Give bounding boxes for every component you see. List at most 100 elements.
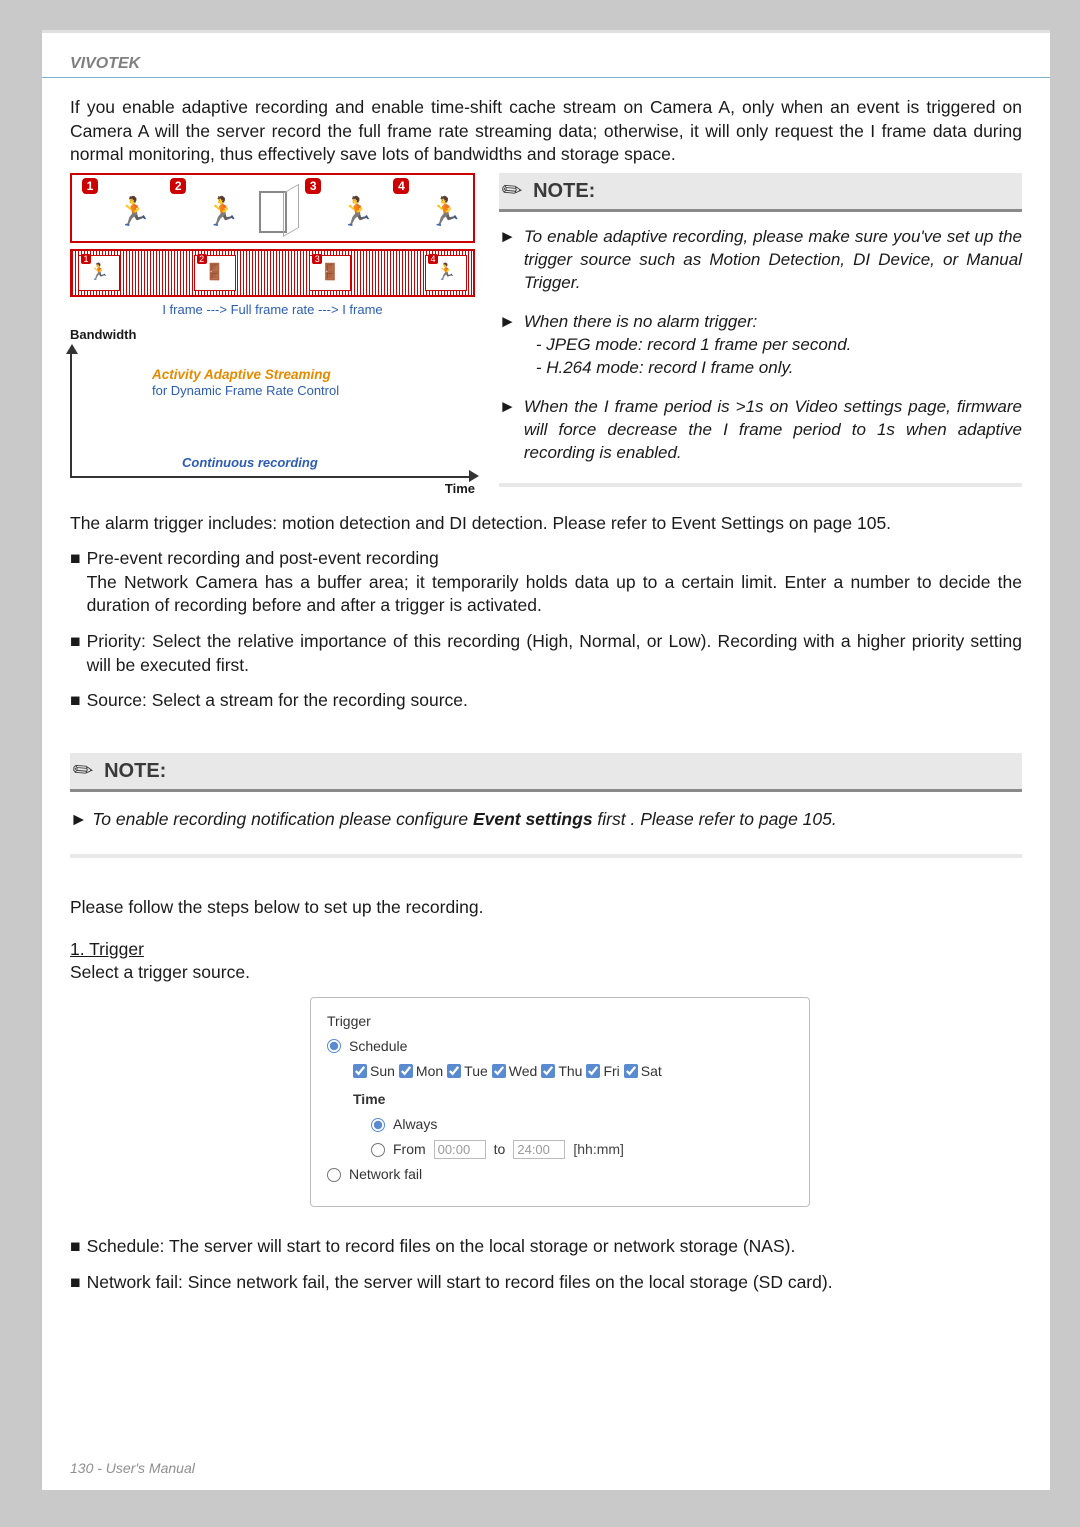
day-thu[interactable]: Thu	[541, 1062, 582, 1081]
wed-label: Wed	[509, 1062, 538, 1081]
radio-always[interactable]: Always	[371, 1115, 793, 1134]
note-text-1: To enable adaptive recording, please mak…	[524, 226, 1022, 295]
sun-label: Sun	[370, 1062, 395, 1081]
note-sub-b: - H.264 mode: record I frame only.	[536, 358, 794, 377]
network-fail-label: Network fail	[349, 1165, 422, 1184]
triangle-icon: ►	[499, 226, 516, 295]
time-axis-label: Time	[445, 480, 475, 498]
bullet-item-1: ■ Pre-event recording and post-event rec…	[70, 547, 1022, 618]
tile-2: 2🚪	[194, 255, 236, 291]
always-radio[interactable]	[371, 1118, 385, 1132]
day-wed[interactable]: Wed	[492, 1062, 538, 1081]
post-bullet-1: ■ Schedule: The server will start to rec…	[70, 1235, 1022, 1259]
note2-pre: To enable recording notification please …	[92, 809, 473, 829]
note-text-3: When the I frame period is >1s on Video …	[524, 396, 1022, 465]
steps-intro: Please follow the steps below to set up …	[70, 896, 1022, 920]
note-column: ✎ NOTE: ► To enable adaptive recording, …	[499, 173, 1022, 498]
day-sun[interactable]: Sun	[353, 1062, 395, 1081]
badge-2: 2	[170, 178, 186, 194]
diagram-column: 1 🏃 2 🏃 3 🏃 4 🏃 1🏃 2🚪 3🚪 4	[70, 173, 475, 498]
fri-checkbox[interactable]	[586, 1064, 600, 1078]
trigger-panel: Trigger Schedule Sun Mon Tue Wed Thu Fri…	[310, 997, 810, 1207]
note2-heading: ✎ NOTE:	[70, 753, 1022, 792]
brand-text: VIVOTEK	[70, 55, 140, 72]
divider	[499, 483, 1022, 487]
square-bullet-icon: ■	[70, 630, 81, 677]
to-input[interactable]	[513, 1140, 565, 1159]
to-label: to	[494, 1140, 506, 1159]
step1-sub: Select a trigger source.	[70, 961, 1022, 985]
time-hint: [hh:mm]	[573, 1140, 624, 1159]
day-tue[interactable]: Tue	[447, 1062, 488, 1081]
triangle-icon: ►	[70, 809, 87, 829]
note2-title: NOTE:	[104, 758, 166, 785]
trigger-legend: Trigger	[327, 1013, 371, 1029]
post-bullet-text: Schedule: The server will start to recor…	[87, 1235, 796, 1259]
radio-schedule[interactable]: Schedule	[327, 1037, 793, 1056]
wed-checkbox[interactable]	[492, 1064, 506, 1078]
day-fri[interactable]: Fri	[586, 1062, 619, 1081]
note-item-3: ► When the I frame period is >1s on Vide…	[499, 396, 1022, 465]
sun-checkbox[interactable]	[353, 1064, 367, 1078]
bullet-text: Pre-event recording and post-event recor…	[87, 547, 1022, 618]
mon-label: Mon	[416, 1062, 443, 1081]
network-fail-radio[interactable]	[327, 1168, 341, 1182]
two-column: 1 🏃 2 🏃 3 🏃 4 🏃 1🏃 2🚪 3🚪 4	[70, 173, 1022, 498]
intro-paragraph: If you enable adaptive recording and ena…	[70, 96, 1022, 167]
step1-head: 1. Trigger	[70, 938, 1022, 962]
days-row: Sun Mon Tue Wed Thu Fri Sat	[353, 1062, 793, 1081]
alarm-paragraph: The alarm trigger includes: motion detec…	[70, 512, 1022, 536]
bullet-list: ■ Pre-event recording and post-event rec…	[70, 547, 1022, 713]
note-body: ► To enable adaptive recording, please m…	[499, 226, 1022, 464]
schedule-label: Schedule	[349, 1037, 407, 1056]
note-lead: When there is no alarm trigger:	[524, 312, 757, 331]
steps-section: Please follow the steps below to set up …	[70, 896, 1022, 1207]
from-radio[interactable]	[371, 1143, 385, 1157]
post-bullet-text: Network fail: Since network fail, the se…	[87, 1271, 833, 1295]
sat-checkbox[interactable]	[624, 1064, 638, 1078]
fri-label: Fri	[603, 1062, 619, 1081]
thu-checkbox[interactable]	[541, 1064, 555, 1078]
note2-bold: Event settings	[473, 809, 593, 829]
radio-network-fail[interactable]: Network fail	[327, 1165, 793, 1184]
runner-icon: 🏃	[428, 193, 463, 231]
door-icon	[259, 191, 287, 233]
page-footer: 130 - User's Manual	[70, 1460, 195, 1476]
badge-1: 1	[82, 178, 98, 194]
radio-from[interactable]: From to [hh:mm]	[371, 1140, 793, 1159]
bullet-item-2: ■ Priority: Select the relative importan…	[70, 630, 1022, 677]
thu-label: Thu	[558, 1062, 582, 1081]
pencil-icon: ✎	[495, 172, 531, 210]
day-sat[interactable]: Sat	[624, 1062, 662, 1081]
time-options: Always From to [hh:mm]	[371, 1115, 793, 1159]
bandwidth-label: Bandwidth	[70, 326, 475, 344]
tile-4: 4🏃	[425, 255, 467, 291]
adaptive-diagram: 1 🏃 2 🏃 3 🏃 4 🏃 1🏃 2🚪 3🚪 4	[70, 173, 475, 498]
time-heading: Time	[353, 1090, 793, 1109]
schedule-radio[interactable]	[327, 1039, 341, 1053]
from-input[interactable]	[434, 1140, 486, 1159]
bullet-text: Priority: Select the relative importance…	[87, 630, 1022, 677]
runner-icon: 🏃	[117, 193, 152, 231]
square-bullet-icon: ■	[70, 689, 81, 713]
diagram-strip-1: 1 🏃 2 🏃 3 🏃 4 🏃	[70, 173, 475, 243]
day-mon[interactable]: Mon	[399, 1062, 443, 1081]
note2-body: ► To enable recording notification pleas…	[70, 808, 1022, 832]
badge-3: 3	[305, 178, 321, 194]
post-bullet-2: ■ Network fail: Since network fail, the …	[70, 1271, 1022, 1295]
tile-1: 1🏃	[78, 255, 120, 291]
note2-post: first . Please refer to page 105.	[593, 809, 837, 829]
bullet-item-3: ■ Source: Select a stream for the record…	[70, 689, 1022, 713]
note-sub-a: - JPEG mode: record 1 frame per second.	[536, 335, 852, 354]
tue-checkbox[interactable]	[447, 1064, 461, 1078]
from-label: From	[393, 1140, 426, 1159]
iframe-label: I frame ---> Full frame rate ---> I fram…	[70, 301, 475, 319]
arrow-right-icon	[469, 470, 479, 482]
note-item-1: ► To enable adaptive recording, please m…	[499, 226, 1022, 295]
arrow-up-icon	[66, 344, 78, 354]
square-bullet-icon: ■	[70, 1235, 81, 1259]
runner-icon: 🏃	[340, 193, 375, 231]
diagram-strip-2: 1🏃 2🚪 3🚪 4🏃	[70, 249, 475, 297]
content: If you enable adaptive recording and ena…	[42, 78, 1050, 1324]
mon-checkbox[interactable]	[399, 1064, 413, 1078]
